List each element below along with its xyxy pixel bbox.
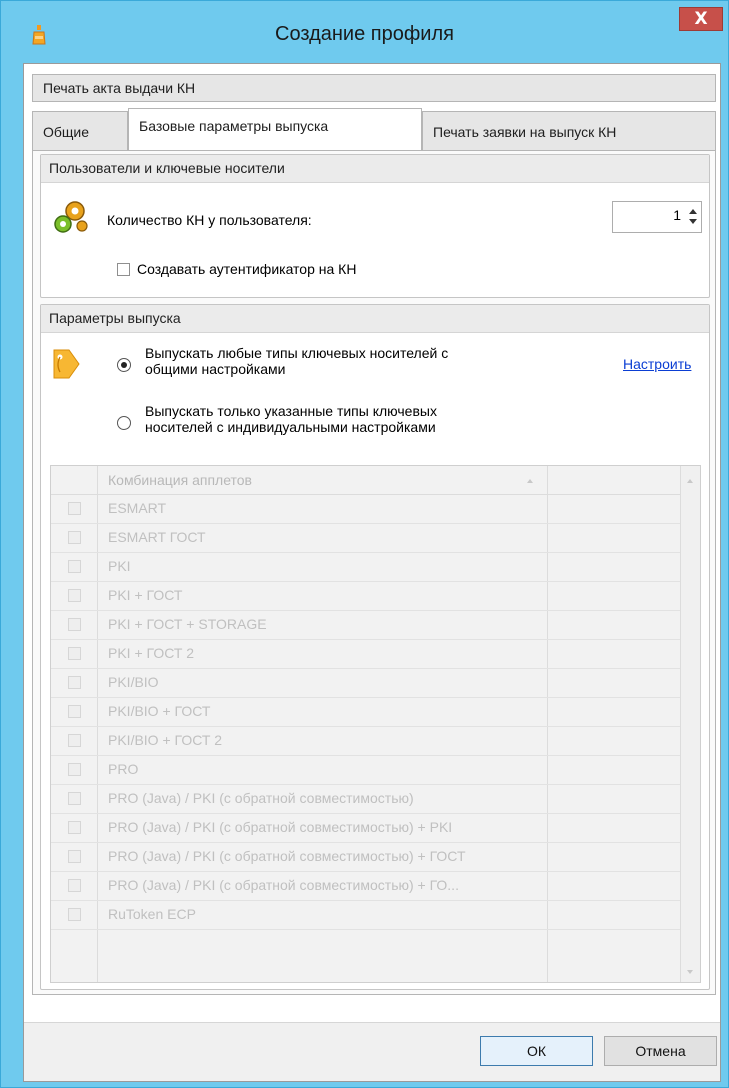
scroll-down-icon[interactable] bbox=[687, 970, 693, 974]
applet-combination: PKI + ГОСТ bbox=[108, 587, 183, 603]
row-checkbox[interactable] bbox=[68, 502, 81, 515]
dialog-window: Создание профиля X Печать акта выдачи КН… bbox=[0, 0, 729, 1088]
grid-scrollbar[interactable] bbox=[680, 466, 700, 982]
applets-grid[interactable]: Комбинация апплетов ESMART ESMART ГОСТ PKI… bbox=[50, 465, 701, 983]
table-row[interactable]: PKI/BIO + ГОСТ bbox=[51, 697, 700, 727]
tab-print-request[interactable]: Печать заявки на выпуск КН bbox=[422, 111, 716, 152]
tag-icon bbox=[53, 349, 80, 379]
applet-combination: PKI/BIO + ГОСТ bbox=[108, 703, 211, 719]
table-row[interactable]: PRO bbox=[51, 755, 700, 785]
row-checkbox[interactable] bbox=[68, 531, 81, 544]
row-checkbox[interactable] bbox=[68, 763, 81, 776]
row-checkbox[interactable] bbox=[68, 879, 81, 892]
row-checkbox[interactable] bbox=[68, 734, 81, 747]
applet-combination: PKI/BIO bbox=[108, 674, 159, 690]
count-label: Количество КН у пользователя: bbox=[107, 212, 312, 228]
users-group: Пользователи и ключевые носители Количес… bbox=[40, 154, 710, 298]
ok-button[interactable]: ОК bbox=[480, 1036, 593, 1066]
table-row[interactable]: PRO (Java) / PKI (с обратной совместимос… bbox=[51, 871, 700, 901]
table-row[interactable]: PKI + ГОСТ bbox=[51, 581, 700, 611]
tab-strip: Печать акта выдачи КН Общие Базовые пара… bbox=[32, 74, 716, 153]
applet-combination: PRO (Java) / PKI (с обратной совместимос… bbox=[108, 819, 453, 835]
applet-combination: ESMART ГОСТ bbox=[108, 529, 206, 545]
option-any-line2: общими настройками bbox=[145, 361, 286, 377]
tab-page: Пользователи и ключевые носители Количес… bbox=[32, 150, 716, 995]
radio-any-types[interactable] bbox=[117, 358, 131, 372]
option-specific-types: Выпускать только указанные типы ключевых… bbox=[145, 403, 437, 435]
table-row[interactable]: PRO (Java) / PKI (с обратной совместимос… bbox=[51, 784, 700, 814]
group-title: Параметры выпуска bbox=[41, 305, 709, 333]
applet-combination: RuToken ЕСР bbox=[108, 906, 196, 922]
table-row[interactable]: PKI bbox=[51, 552, 700, 582]
applet-combination: ESMART bbox=[108, 500, 167, 516]
table-row[interactable]: PKI + ГОСТ 2 bbox=[51, 639, 700, 669]
window-title: Создание профиля bbox=[275, 23, 454, 45]
close-button[interactable]: X bbox=[679, 7, 723, 31]
table-row[interactable]: ESMART ГОСТ bbox=[51, 523, 700, 553]
table-row[interactable]: RuToken ЕСР bbox=[51, 900, 700, 930]
spin-down-icon[interactable] bbox=[689, 219, 697, 224]
dialog-footer: ОК Отмена bbox=[24, 1022, 720, 1081]
row-checkbox[interactable] bbox=[68, 647, 81, 660]
table-row[interactable]: ESMART bbox=[51, 494, 700, 524]
count-spinner[interactable]: 1 bbox=[612, 201, 702, 233]
applet-combination: PRO (Java) / PKI (с обратной совместимос… bbox=[108, 848, 466, 864]
table-row[interactable]: PRO (Java) / PKI (с обратной совместимос… bbox=[51, 813, 700, 843]
row-checkbox[interactable] bbox=[68, 850, 81, 863]
applet-combination: PKI bbox=[108, 558, 131, 574]
applet-combination: PKI/BIO + ГОСТ 2 bbox=[108, 732, 223, 748]
radio-specific-types[interactable] bbox=[117, 416, 131, 430]
table-row[interactable]: PKI/BIO + ГОСТ 2 bbox=[51, 726, 700, 756]
applet-combination: PRO (Java) / PKI (с обратной совместимос… bbox=[108, 790, 414, 806]
tab-print-act[interactable]: Печать акта выдачи КН bbox=[32, 74, 716, 102]
applet-combination: PKI + ГОСТ + STORAGE bbox=[108, 616, 267, 632]
scroll-up-icon[interactable] bbox=[687, 479, 693, 483]
row-checkbox[interactable] bbox=[68, 792, 81, 805]
cancel-button[interactable]: Отмена bbox=[604, 1036, 717, 1066]
applet-combination: PRO (Java) / PKI (с обратной совместимос… bbox=[108, 877, 459, 893]
option-specific-line2: носителей с индивидуальными настройками bbox=[145, 419, 436, 435]
tab-label: Базовые параметры выпуска bbox=[139, 118, 329, 134]
count-value: 1 bbox=[673, 207, 681, 223]
option-any-types: Выпускать любые типы ключевых носителей … bbox=[145, 345, 448, 377]
tab-label: Общие bbox=[43, 124, 90, 140]
row-checkbox[interactable] bbox=[68, 618, 81, 631]
applet-combination: PRO bbox=[108, 761, 139, 777]
auth-checkbox-label: Создавать аутентификатор на КН bbox=[137, 261, 357, 277]
spin-up-icon[interactable] bbox=[689, 209, 697, 214]
tab-label: Печать заявки на выпуск КН bbox=[433, 124, 617, 140]
group-title: Пользователи и ключевые носители bbox=[41, 155, 709, 183]
applet-combination: PKI + ГОСТ 2 bbox=[108, 645, 195, 661]
row-checkbox[interactable] bbox=[68, 560, 81, 573]
option-specific-line1: Выпускать только указанные типы ключевых bbox=[145, 403, 437, 419]
row-checkbox[interactable] bbox=[68, 705, 81, 718]
option-any-line1: Выпускать любые типы ключевых носителей … bbox=[145, 345, 449, 361]
table-row[interactable]: PKI + ГОСТ + STORAGE bbox=[51, 610, 700, 640]
row-checkbox[interactable] bbox=[68, 908, 81, 921]
grid-header: Комбинация апплетов bbox=[51, 466, 700, 495]
configure-link[interactable]: Настроить bbox=[623, 356, 691, 372]
column-header-combination[interactable]: Комбинация апплетов bbox=[108, 472, 252, 488]
sort-ascending-icon bbox=[527, 479, 533, 483]
row-checkbox[interactable] bbox=[68, 589, 81, 602]
row-checkbox[interactable] bbox=[68, 676, 81, 689]
title-bar[interactable]: Создание профиля X bbox=[1, 1, 728, 63]
auth-checkbox[interactable] bbox=[117, 263, 130, 276]
tab-label: Печать акта выдачи КН bbox=[43, 80, 196, 96]
table-row[interactable]: PKI/BIO bbox=[51, 668, 700, 698]
row-checkbox[interactable] bbox=[68, 821, 81, 834]
tab-general[interactable]: Общие bbox=[32, 111, 128, 152]
dialog-client: Печать акта выдачи КН Общие Базовые пара… bbox=[23, 63, 721, 1082]
tab-base-params[interactable]: Базовые параметры выпуска bbox=[128, 108, 422, 153]
release-group: Параметры выпуска Выпускать любые типы к… bbox=[40, 304, 710, 990]
table-row[interactable]: PRO (Java) / PKI (с обратной совместимос… bbox=[51, 842, 700, 872]
gears-icon bbox=[54, 201, 88, 233]
